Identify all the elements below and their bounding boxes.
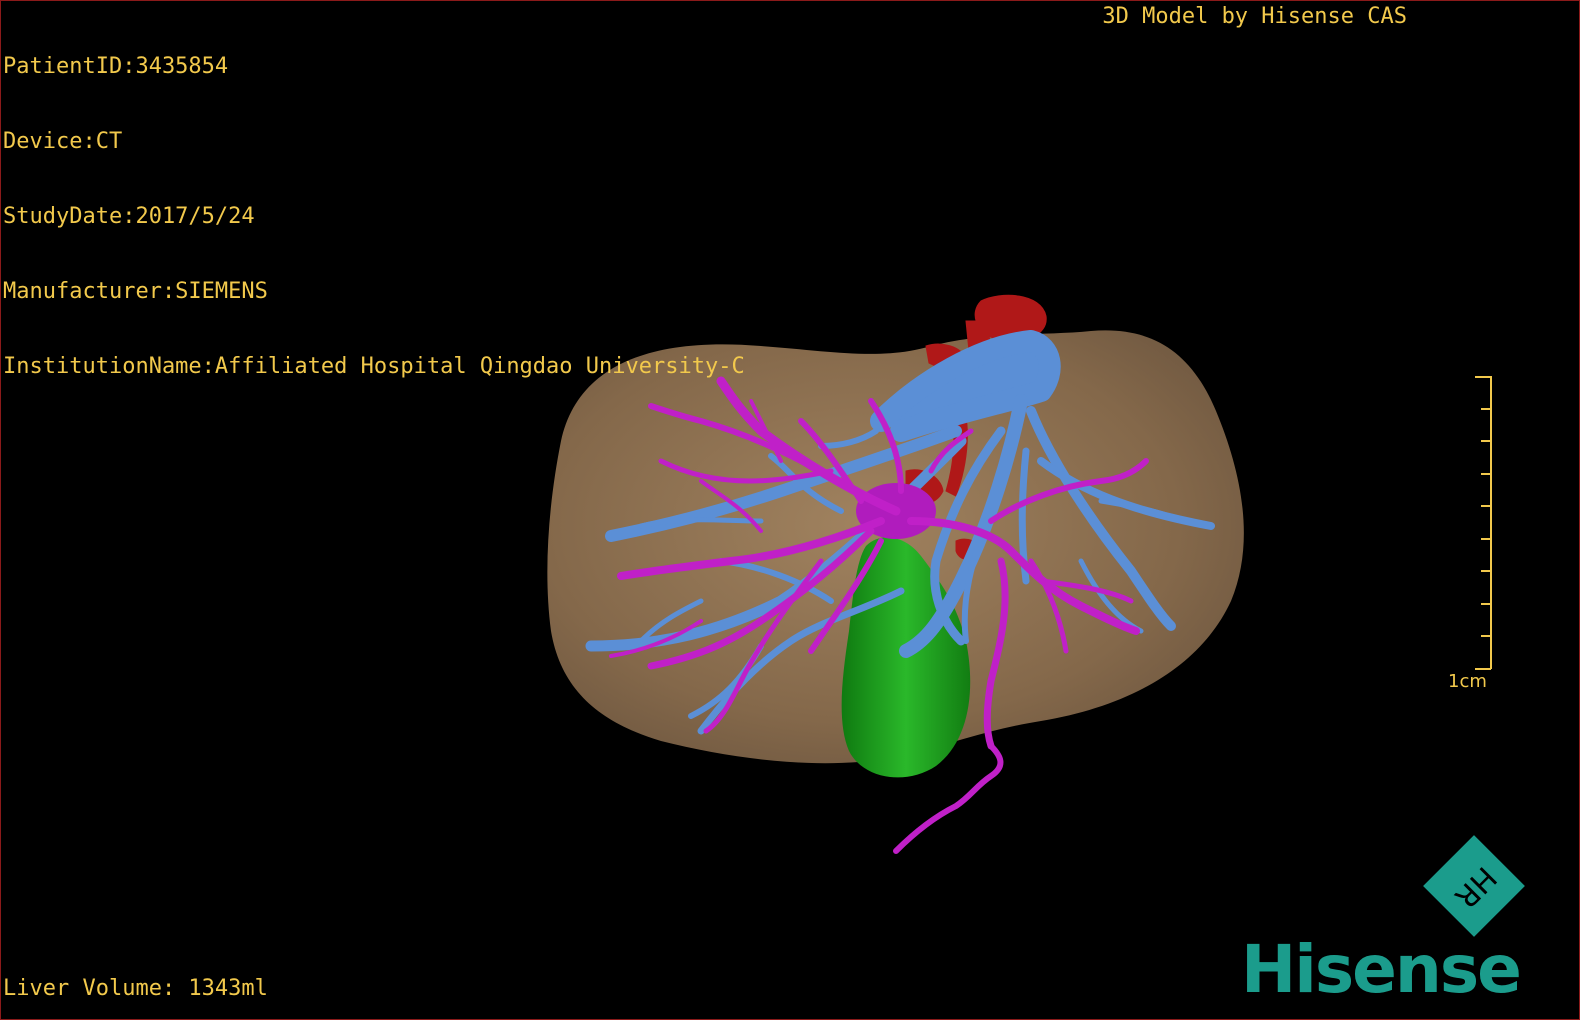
dicom-metadata: PatientID:3435854 Device:CT StudyDate:20… [3,4,745,429]
hisense-brand-text: Hisense [1241,931,1522,1008]
study-date: StudyDate:2017/5/24 [3,204,255,229]
institution-name: InstitutionName:Affiliated Hospital Qing… [3,354,745,379]
model-credit: 3D Model by Hisense CAS [1102,4,1407,29]
manufacturer: Manufacturer:SIEMENS [3,279,268,304]
scale-label: 1cm [1448,671,1487,692]
scale-bar-icon [1475,376,1492,670]
liver-volume: Liver Volume: 1343ml [3,976,268,1001]
3d-viewport[interactable]: PatientID:3435854 Device:CT StudyDate:20… [0,0,1580,1020]
patient-id: PatientID:3435854 [3,54,229,79]
device: Device:CT [3,129,123,154]
